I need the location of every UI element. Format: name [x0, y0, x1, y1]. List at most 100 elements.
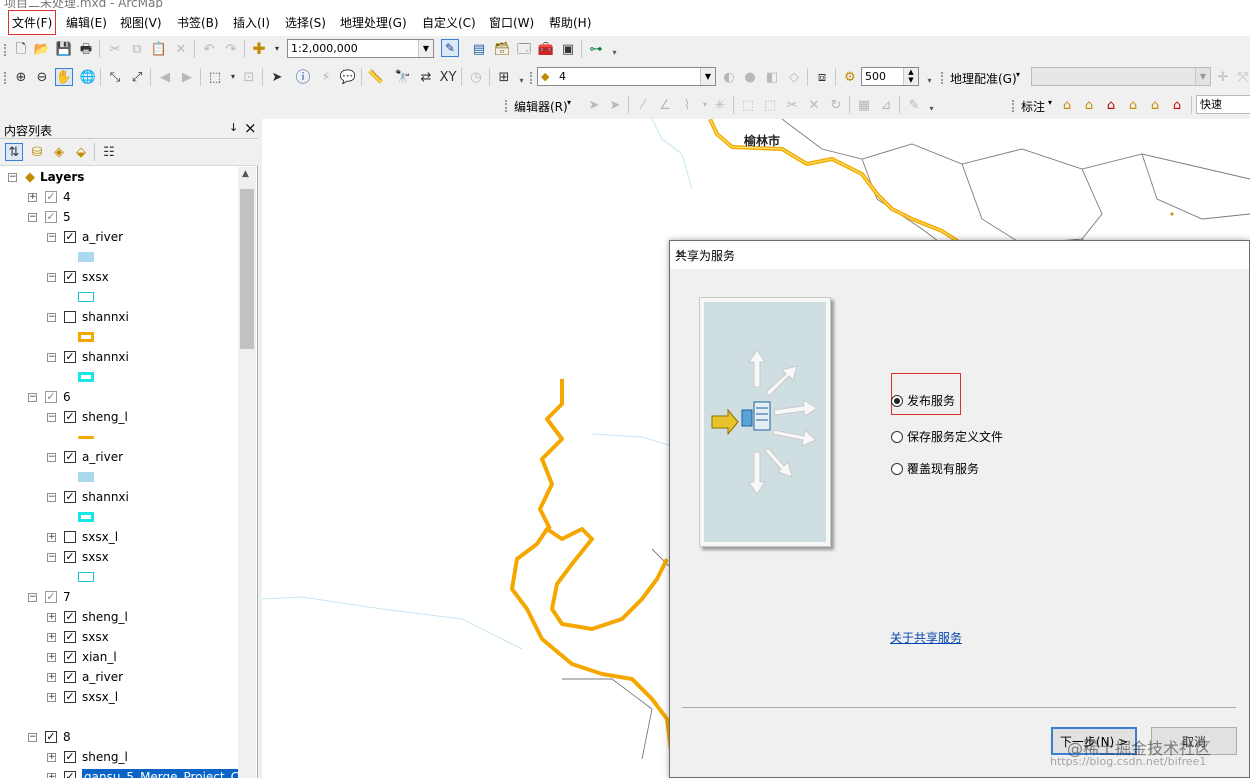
- layer-visibility-checkbox[interactable]: ✓: [45, 191, 57, 203]
- select-features-icon[interactable]: ⬚: [206, 68, 224, 86]
- menu-bookmarks[interactable]: 书签(B): [177, 14, 219, 31]
- swipe-icon[interactable]: ◧: [763, 68, 781, 86]
- list-by-drawing-order-icon[interactable]: ⇅: [5, 143, 23, 161]
- arctoolbox-icon[interactable]: 🧰: [537, 40, 555, 58]
- layer-row[interactable]: + ✓ xian_l: [47, 647, 117, 667]
- layer-row[interactable]: + ✓ sheng_l: [47, 747, 128, 767]
- toolbar-options-icon[interactable]: ▾: [517, 72, 526, 90]
- zoom-out-icon[interactable]: ⊖: [33, 68, 51, 86]
- legend-swatch[interactable]: [78, 372, 94, 382]
- menu-window[interactable]: 窗口(W): [489, 14, 534, 31]
- collapse-icon[interactable]: −: [8, 172, 17, 182]
- group-layer-row[interactable]: + ✓ 4: [28, 187, 71, 207]
- hyperlink-icon[interactable]: ⚡: [317, 68, 335, 86]
- option-publish-service[interactable]: 发布服务: [891, 392, 955, 409]
- chevron-down-icon[interactable]: ▾: [567, 98, 571, 107]
- toolbar-grip[interactable]: [530, 72, 536, 84]
- layer-row[interactable]: − ✓ a_river: [47, 227, 123, 247]
- layer-visibility-checkbox[interactable]: ✓: [45, 391, 57, 403]
- collapse-icon[interactable]: −: [28, 212, 37, 222]
- toolbar-grip[interactable]: [1012, 100, 1018, 112]
- edit-tool-icon[interactable]: ➤: [585, 96, 603, 114]
- chevron-down-icon[interactable]: ▼: [700, 68, 715, 85]
- radio-save-definition[interactable]: [891, 430, 903, 443]
- edit-vertices-icon[interactable]: ⬚: [739, 96, 757, 114]
- catalog-icon[interactable]: 🗃: [493, 40, 511, 58]
- layer-visibility-checkbox[interactable]: [64, 531, 76, 543]
- collapse-icon[interactable]: −: [47, 352, 56, 362]
- open-folder-icon[interactable]: 📂: [33, 40, 51, 58]
- add-control-points-icon[interactable]: ✛: [1214, 68, 1232, 86]
- straight-segment-icon[interactable]: ⁄: [634, 96, 652, 114]
- reference-scale-icon[interactable]: ⚙: [841, 68, 859, 86]
- python-window-icon[interactable]: ▣: [559, 40, 577, 58]
- layer-visibility-checkbox[interactable]: ✓: [64, 231, 76, 243]
- find-route-icon[interactable]: ⇄: [417, 68, 435, 86]
- group-layer-row[interactable]: − ✓ 8: [28, 727, 71, 747]
- find-binoculars-icon[interactable]: 🔭: [394, 68, 412, 86]
- cut-icon[interactable]: ✂: [106, 40, 124, 58]
- expand-icon[interactable]: +: [28, 192, 37, 202]
- full-extent-globe-icon[interactable]: 🌐: [79, 68, 97, 86]
- split-tool-icon[interactable]: ✕: [805, 96, 823, 114]
- html-popup-icon[interactable]: 💬: [339, 68, 357, 86]
- list-by-selection-icon[interactable]: ⬙: [72, 143, 90, 161]
- menu-help[interactable]: 帮助(H): [549, 14, 591, 31]
- search-window-icon[interactable]: 🗔: [515, 40, 533, 58]
- legend-swatch[interactable]: [78, 512, 94, 522]
- legend-swatch[interactable]: [78, 252, 94, 262]
- pause-labeling-icon[interactable]: ⌂: [1146, 96, 1164, 114]
- legend-swatch[interactable]: [78, 572, 94, 582]
- toolbar-options-icon[interactable]: ▾: [610, 44, 619, 62]
- toolbar-options-icon[interactable]: ▾: [927, 100, 936, 118]
- legend-swatch[interactable]: [78, 712, 94, 722]
- option-overwrite-service[interactable]: 覆盖现有服务: [891, 460, 979, 477]
- toolbar-grip[interactable]: [505, 100, 511, 112]
- reference-value-spinner[interactable]: 500 ▲ ▼: [861, 67, 919, 86]
- collapse-icon[interactable]: −: [47, 272, 56, 282]
- label-quality-combo[interactable]: 快速: [1196, 95, 1250, 114]
- menu-customize[interactable]: 自定义(C): [422, 14, 476, 31]
- menu-file[interactable]: 文件(F): [7, 10, 57, 35]
- spinner-arrows-icon[interactable]: ▲ ▼: [903, 68, 918, 85]
- sketch-properties-icon[interactable]: ⊿: [877, 96, 895, 114]
- map-scale-combo[interactable]: 1:2,000,000 ▼: [287, 39, 434, 58]
- attributes-icon[interactable]: ▦: [855, 96, 873, 114]
- print-icon[interactable]: 🖶: [77, 40, 95, 58]
- view-unplaced-labels-icon[interactable]: ⌂: [1168, 96, 1186, 114]
- group-layer-row[interactable]: − ✓ 7: [28, 587, 71, 607]
- layer-visibility-checkbox[interactable]: ✓: [64, 351, 76, 363]
- select-elements-arrow-icon[interactable]: ➤: [268, 68, 286, 86]
- collapse-icon[interactable]: −: [47, 452, 56, 462]
- chevron-down-icon[interactable]: ▾: [268, 40, 286, 58]
- toc-options-icon[interactable]: ☷: [100, 143, 118, 161]
- pin-icon[interactable]: ↓: [229, 121, 238, 134]
- layer-row[interactable]: + ✓ sxsx: [47, 627, 109, 647]
- collapse-icon[interactable]: −: [28, 732, 37, 742]
- radio-overwrite-service[interactable]: [891, 462, 903, 475]
- fixed-zoom-in-icon[interactable]: ⤡: [106, 68, 124, 86]
- radio-publish-service[interactable]: [891, 394, 903, 407]
- group-layer-row[interactable]: − ✓ 6: [28, 387, 71, 407]
- expand-icon[interactable]: +: [47, 532, 56, 542]
- layer-visibility-checkbox[interactable]: ✓: [64, 651, 76, 663]
- forward-extent-icon[interactable]: ▶: [178, 68, 196, 86]
- collapse-icon[interactable]: −: [28, 592, 37, 602]
- toolbar-grip[interactable]: [4, 72, 10, 84]
- identify-icon[interactable]: ⓘ: [294, 68, 312, 86]
- brightness-icon[interactable]: ●: [741, 68, 759, 86]
- layer-visibility-checkbox[interactable]: ✓: [64, 451, 76, 463]
- layer-row[interactable]: − ✓ sheng_l: [47, 407, 128, 427]
- editor-toolbar-icon[interactable]: ✎: [441, 39, 459, 57]
- label-weight-icon[interactable]: ⌂: [1102, 96, 1120, 114]
- layout-icon[interactable]: ⧈: [813, 68, 831, 86]
- reshape-feature-icon[interactable]: ⬚: [761, 96, 779, 114]
- chevron-down-icon[interactable]: ▾: [1016, 70, 1020, 79]
- collapse-icon[interactable]: −: [47, 412, 56, 422]
- create-viewer-window-icon[interactable]: ⊞: [495, 68, 513, 86]
- toolbar-options-icon[interactable]: ▾: [925, 72, 934, 90]
- layer-visibility-checkbox[interactable]: ✓: [45, 211, 57, 223]
- list-by-source-icon[interactable]: ⛁: [28, 143, 46, 161]
- chevron-down-icon[interactable]: ▼: [418, 40, 433, 57]
- add-data-icon[interactable]: ✚: [250, 40, 268, 58]
